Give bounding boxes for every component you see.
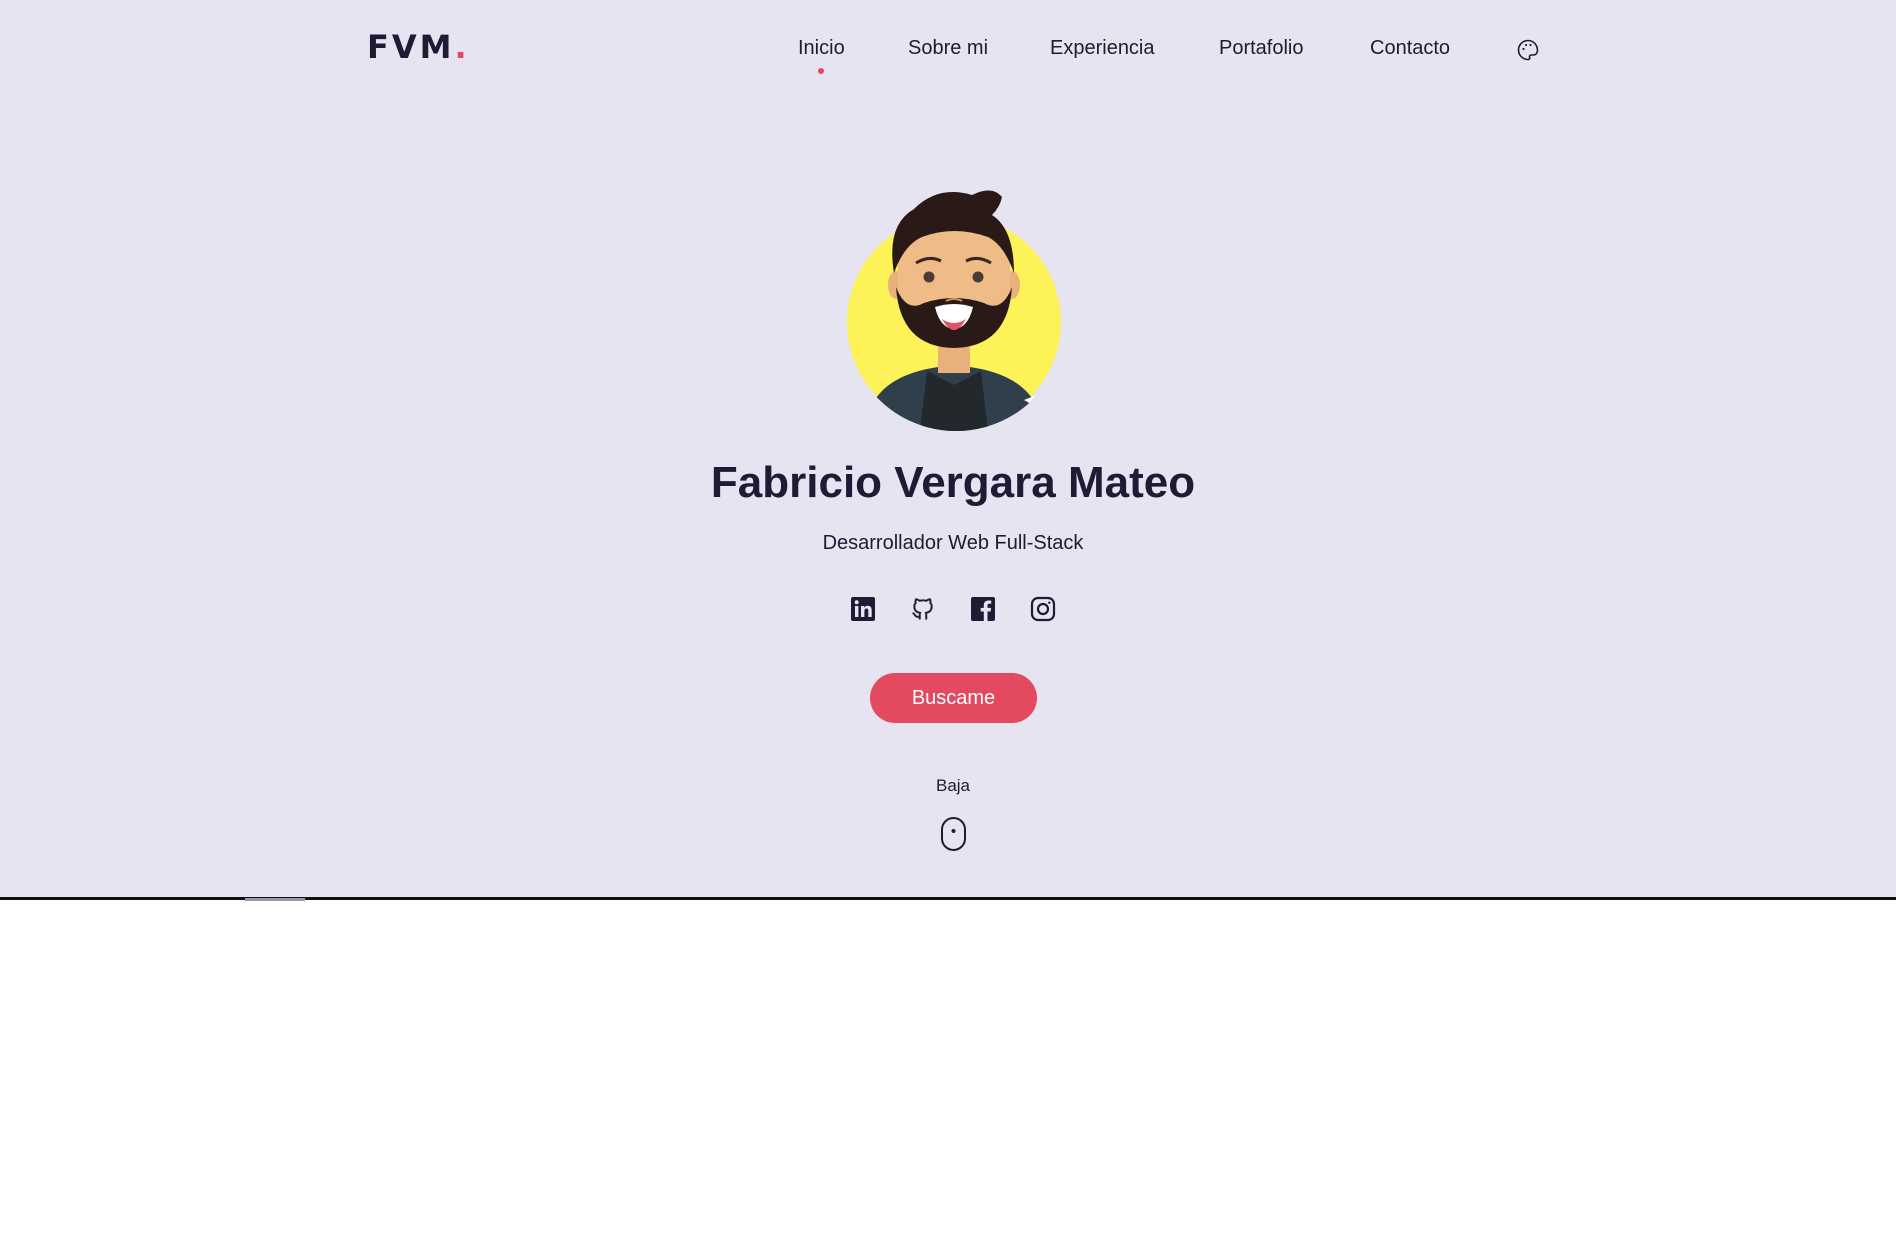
avatar — [842, 185, 1066, 431]
palette-icon[interactable] — [1516, 38, 1540, 62]
scroll-label: Baja — [935, 776, 971, 795]
scroll-progress-indicator — [245, 898, 305, 901]
brand-dot: . — [454, 28, 470, 66]
nav-item-inicio[interactable]: Inicio — [798, 37, 845, 74]
instagram-icon[interactable] — [1030, 596, 1056, 622]
nav-item-portafolio[interactable]: Portafolio — [1219, 37, 1304, 60]
nav-item-experiencia[interactable]: Experiencia — [1050, 37, 1155, 60]
brand-logo[interactable]: FVM. — [367, 28, 470, 66]
linkedin-icon[interactable] — [850, 596, 876, 622]
github-icon[interactable] — [910, 596, 936, 622]
brand-name: FVM — [367, 28, 455, 66]
profile-name: Fabricio Vergara Mateo — [710, 458, 1196, 507]
hero-section: FVM. Inicio Sobre mi Experiencia Portafo… — [0, 0, 1896, 900]
mouse-icon[interactable] — [940, 816, 967, 852]
facebook-icon[interactable] — [970, 596, 996, 622]
nav-item-contacto[interactable]: Contacto — [1370, 37, 1450, 60]
profile-role: Desarrollador Web Full-Stack — [822, 532, 1084, 554]
buscame-button[interactable]: Buscame — [870, 673, 1037, 723]
nav-item-sobre-mi[interactable]: Sobre mi — [908, 37, 988, 60]
